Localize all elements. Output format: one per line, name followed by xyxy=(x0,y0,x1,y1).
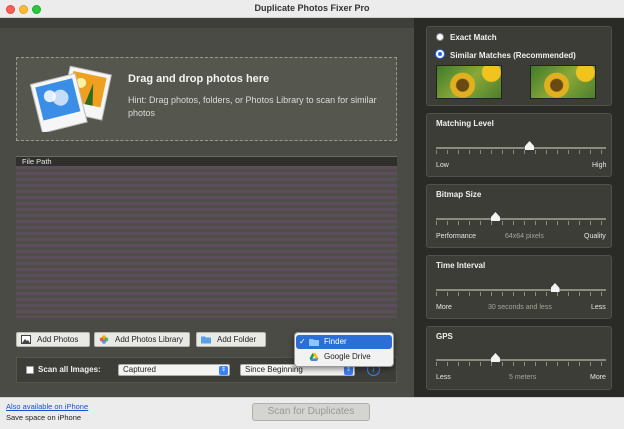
time-interval-min-label: More xyxy=(436,304,452,311)
folder-icon xyxy=(309,339,319,346)
time-interval-ticks xyxy=(436,292,606,296)
photos-stack-icon xyxy=(30,65,112,132)
date-type-select[interactable]: Captured ⇕ xyxy=(118,364,230,376)
bitmap-size-max-label: Quality xyxy=(584,233,606,240)
add-photos-library-button[interactable]: Add Photos Library xyxy=(94,332,190,347)
time-interval-value-label: 30 seconds and less xyxy=(488,304,552,311)
bitmap-size-min-label: Performance xyxy=(436,233,477,240)
matching-level-ticks xyxy=(436,150,606,154)
left-panel-header-strip xyxy=(0,18,414,28)
gps-min-label: Less xyxy=(436,374,451,381)
time-interval-title: Time Interval xyxy=(436,261,486,270)
date-range-value: Since Beginning xyxy=(245,365,303,374)
matching-level-min-label: Low xyxy=(436,162,449,169)
gps-value-label: 5 meters xyxy=(509,374,537,381)
file-path-column-header: File Path xyxy=(22,157,52,166)
scan-for-duplicates-button[interactable]: Scan for Duplicates xyxy=(252,403,370,421)
similar-match-preview-image xyxy=(530,65,596,99)
scan-all-images-checkbox[interactable] xyxy=(26,366,34,374)
iphone-app-link[interactable]: Also available on iPhone xyxy=(6,402,88,411)
iphone-app-subtitle: Save space on iPhone xyxy=(6,413,82,422)
matching-level-track[interactable] xyxy=(436,147,606,149)
matching-level-max-label: High xyxy=(592,162,607,169)
select-arrows-icon: ⇕ xyxy=(344,366,353,375)
source-menu-item-google-drive[interactable]: Google Drive xyxy=(296,350,392,364)
exact-match-label: Exact Match xyxy=(450,33,497,42)
add-folder-label: Add Folder xyxy=(217,335,257,344)
bitmap-size-track[interactable] xyxy=(436,218,606,220)
image-icon xyxy=(21,335,31,344)
gps-title: GPS xyxy=(436,332,453,341)
drop-zone-title: Drag and drop photos here xyxy=(128,73,270,85)
matching-level-title: Matching Level xyxy=(436,119,494,128)
exact-match-preview-image xyxy=(436,65,502,99)
bitmap-size-title: Bitmap Size xyxy=(436,190,482,199)
window-title: Duplicate Photos Fixer Pro xyxy=(254,3,370,13)
add-photos-button[interactable]: Add Photos xyxy=(16,332,90,347)
folder-icon xyxy=(201,336,211,344)
date-type-value: Captured xyxy=(123,365,156,374)
source-menu-item-finder[interactable]: ✓ Finder xyxy=(296,335,392,349)
add-photos-label: Add Photos xyxy=(37,335,79,344)
scan-all-images-label: Scan all Images: xyxy=(38,365,101,374)
file-table-header: File Path xyxy=(16,156,397,166)
file-list[interactable] xyxy=(16,166,397,318)
gps-ticks xyxy=(436,362,606,366)
gps-max-label: More xyxy=(590,374,606,381)
checkmark-icon: ✓ xyxy=(299,337,306,346)
bitmap-size-value-label: 64x64 pixels xyxy=(505,233,544,240)
source-menu-item-label: Google Drive xyxy=(324,352,371,361)
google-drive-icon xyxy=(309,353,319,361)
bitmap-size-ticks xyxy=(436,221,606,225)
exact-match-radio[interactable] xyxy=(436,33,444,41)
similar-match-radio[interactable] xyxy=(436,50,444,58)
gps-track[interactable] xyxy=(436,359,606,361)
add-folder-button[interactable]: Add Folder xyxy=(196,332,266,347)
drop-zone-hint: Hint: Drag photos, folders, or Photos Li… xyxy=(128,95,377,118)
source-menu-item-label: Finder xyxy=(324,337,347,346)
add-photos-library-label: Add Photos Library xyxy=(115,335,184,344)
photos-library-icon xyxy=(99,335,109,344)
time-interval-track[interactable] xyxy=(436,289,606,291)
similar-match-label: Similar Matches (Recommended) xyxy=(450,51,576,60)
time-interval-max-label: Less xyxy=(591,304,606,311)
select-arrows-icon: ⇕ xyxy=(219,366,228,375)
